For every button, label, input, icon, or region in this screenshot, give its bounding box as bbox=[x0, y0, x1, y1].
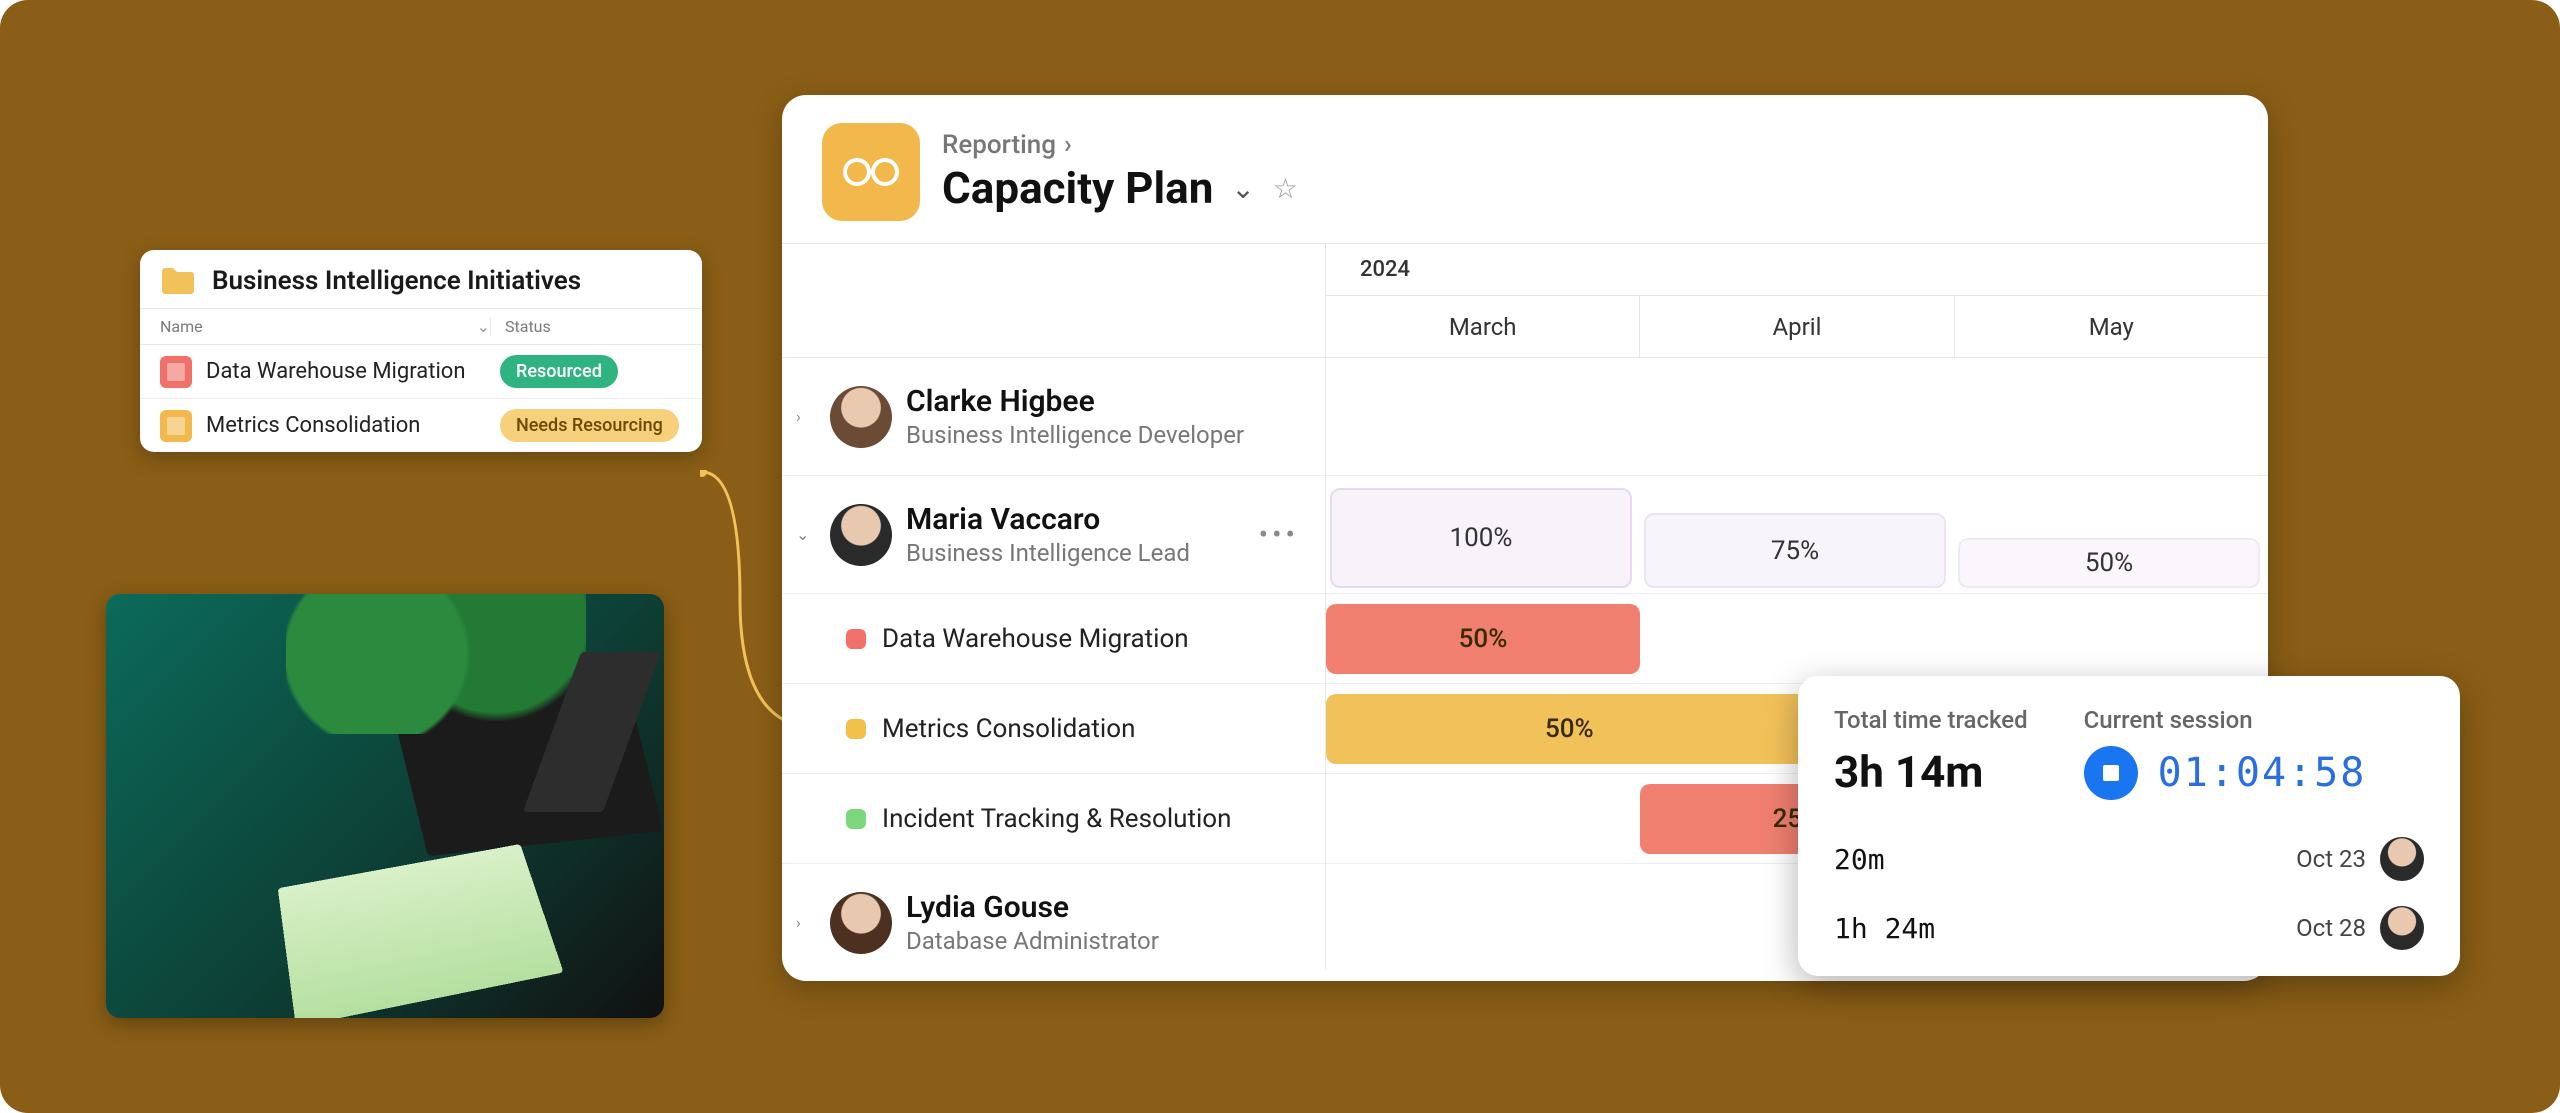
chevron-down-icon[interactable]: ⌄ bbox=[796, 525, 816, 544]
month-header: May bbox=[1955, 296, 2268, 357]
person-name: Lydia Gouse bbox=[906, 890, 1159, 925]
bi-card-title: Business Intelligence Initiatives bbox=[212, 266, 581, 296]
page-title: Capacity Plan bbox=[942, 162, 1213, 214]
task-color-dot bbox=[846, 809, 866, 829]
task-label: Metrics Consolidation bbox=[882, 714, 1135, 744]
breadcrumb-reporting[interactable]: Reporting bbox=[942, 130, 1056, 160]
person-row[interactable]: › Lydia Gouse Database Administrator bbox=[782, 864, 1325, 981]
log-date: Oct 23 bbox=[2296, 845, 2366, 873]
bi-row[interactable]: Data Warehouse Migration Resourced bbox=[140, 345, 702, 399]
person-role: Database Administrator bbox=[906, 927, 1159, 955]
col-name[interactable]: Name bbox=[160, 317, 203, 336]
month-header: March bbox=[1326, 296, 1640, 357]
allocation-bar[interactable]: 75% bbox=[1644, 513, 1946, 588]
chevron-right-icon[interactable]: › bbox=[796, 407, 816, 426]
allocation-bar[interactable]: 50% bbox=[1958, 538, 2260, 588]
task-label: Data Warehouse Migration bbox=[882, 624, 1189, 654]
task-bar[interactable]: 50% bbox=[1326, 604, 1640, 674]
month-header: April bbox=[1640, 296, 1954, 357]
task-bar[interactable]: 50% bbox=[1326, 694, 1813, 764]
status-badge: Resourced bbox=[500, 355, 618, 388]
allocation-bar[interactable]: 100% bbox=[1330, 488, 1632, 588]
status-badge: Needs Resourcing bbox=[500, 409, 679, 442]
avatar bbox=[2380, 906, 2424, 950]
time-log-row[interactable]: 20m Oct 23 bbox=[1834, 824, 2424, 893]
task-row[interactable]: Metrics Consolidation bbox=[782, 684, 1325, 774]
bi-row-label: Metrics Consolidation bbox=[206, 413, 420, 438]
avatar bbox=[830, 892, 892, 954]
log-duration: 1h 24m bbox=[1834, 912, 1935, 945]
person-name: Clarke Higbee bbox=[906, 384, 1244, 419]
bi-row-label: Data Warehouse Migration bbox=[206, 359, 466, 384]
person-row[interactable]: › Clarke Higbee Business Intelligence De… bbox=[782, 358, 1325, 476]
more-icon[interactable]: ••• bbox=[1259, 518, 1307, 551]
bi-row[interactable]: Metrics Consolidation Needs Resourcing bbox=[140, 399, 702, 452]
project-icon bbox=[160, 410, 192, 442]
allocation-track: 100%75%50% bbox=[1326, 476, 2268, 594]
bi-initiatives-card: Business Intelligence Initiatives Name ⌄… bbox=[140, 250, 702, 452]
avatar bbox=[830, 504, 892, 566]
total-tracked-value: 3h 14m bbox=[1834, 746, 2028, 798]
title-dropdown-icon[interactable]: ⌄ bbox=[1231, 172, 1254, 205]
avatar bbox=[2380, 837, 2424, 881]
person-role: Business Intelligence Developer bbox=[906, 421, 1244, 449]
person-row[interactable]: ⌄ Maria Vaccaro Business Intelligence Le… bbox=[782, 476, 1325, 594]
chevron-down-icon[interactable]: ⌄ bbox=[477, 317, 490, 336]
project-icon bbox=[160, 356, 192, 388]
workspace-icon bbox=[822, 123, 920, 221]
person-role: Business Intelligence Lead bbox=[906, 539, 1190, 567]
folder-icon bbox=[160, 266, 196, 296]
task-label: Incident Tracking & Resolution bbox=[882, 804, 1232, 834]
bi-columns: Name ⌄ Status bbox=[140, 308, 702, 345]
log-duration: 20m bbox=[1834, 843, 1885, 876]
avatar bbox=[830, 386, 892, 448]
star-icon[interactable]: ☆ bbox=[1273, 172, 1298, 205]
decorative-photo bbox=[106, 594, 664, 1018]
task-track: 50% bbox=[1326, 594, 2268, 684]
col-status[interactable]: Status bbox=[505, 317, 551, 336]
person-name: Maria Vaccaro bbox=[906, 502, 1190, 537]
task-row[interactable]: Incident Tracking & Resolution bbox=[782, 774, 1325, 864]
chevron-right-icon: › bbox=[1064, 130, 1072, 160]
stop-timer-button[interactable] bbox=[2084, 746, 2138, 800]
task-color-dot bbox=[846, 629, 866, 649]
total-tracked-label: Total time tracked bbox=[1834, 706, 2028, 734]
allocation-track bbox=[1326, 358, 2268, 476]
time-log-row[interactable]: 1h 24m Oct 28 bbox=[1834, 893, 2424, 962]
current-session-value: 01:04:58 bbox=[2158, 750, 2367, 796]
log-date: Oct 28 bbox=[2296, 914, 2366, 942]
time-tracker-card: Total time tracked 3h 14m Current sessio… bbox=[1798, 676, 2460, 976]
year-label: 2024 bbox=[1326, 244, 2268, 296]
task-color-dot bbox=[846, 719, 866, 739]
chevron-right-icon[interactable]: › bbox=[796, 913, 816, 932]
task-row[interactable]: Data Warehouse Migration bbox=[782, 594, 1325, 684]
current-session-label: Current session bbox=[2084, 706, 2367, 734]
